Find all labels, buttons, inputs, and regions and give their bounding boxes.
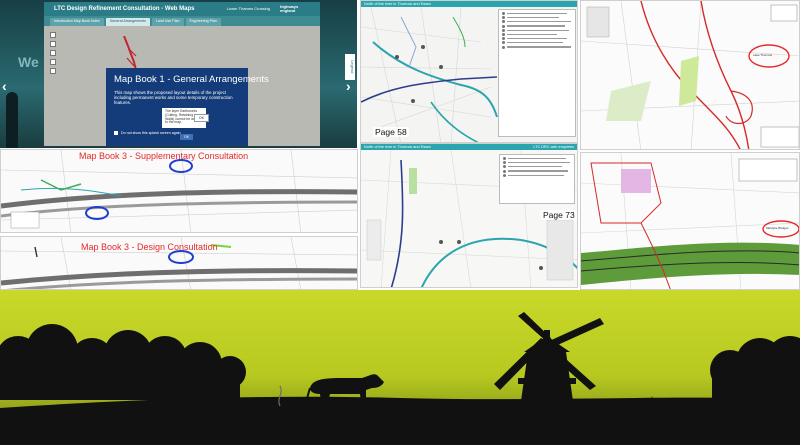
checkbox[interactable] xyxy=(114,131,118,135)
tab-general-arrangements[interactable]: General Arrangements xyxy=(105,18,150,26)
dialog-title: Map Book 1 - General Arrangements xyxy=(114,74,269,85)
callout-label: Mardyke Bridges xyxy=(766,226,789,230)
map-book-supplementary: Map Book 3 - Supplementary Consultation xyxy=(0,149,358,233)
dialog-body: This map shows the proposed layout detai… xyxy=(114,90,233,105)
sheet-header-title: North of the river in Thurrock and Essex xyxy=(364,145,432,149)
web-map-app: LTC Design Refinement Consultation - Web… xyxy=(44,2,320,146)
checkbox-label: Do not show this splash screen again xyxy=(121,131,181,135)
sheet-legend xyxy=(498,9,576,137)
splash-checkbox-row[interactable]: Do not show this splash screen again xyxy=(114,131,181,135)
highways-logo: highways england xyxy=(280,4,299,13)
sheet-header: North of the river in Thurrock and Essex… xyxy=(361,144,577,150)
zoom-out-icon[interactable] xyxy=(50,41,56,47)
zoom-in-icon[interactable] xyxy=(50,32,56,38)
chevron-right-icon[interactable]: › xyxy=(346,78,351,94)
hillside xyxy=(0,396,800,445)
sheet-map-graphic xyxy=(581,153,799,289)
map-canvas[interactable]: Map Book 1 - General Arrangements This m… xyxy=(44,26,320,146)
tab-land-use[interactable]: Land Use Plan xyxy=(151,18,184,26)
person-silhouette xyxy=(6,92,18,148)
map-sheet-lake-thurrock: Lake Thurrock xyxy=(580,0,800,150)
home-icon[interactable] xyxy=(50,50,56,56)
map-book-title: Map Book 3 - Design Consultation xyxy=(81,242,218,252)
tab-engineering[interactable]: Engineering Plan xyxy=(185,18,221,26)
sheet-header: North of the river in Thurrock and Essex xyxy=(361,1,577,7)
map-sheet-page-73: North of the river in Thurrock and Essex… xyxy=(360,143,578,288)
app-header: LTC Design Refinement Consultation - Web… xyxy=(44,2,320,16)
callout-label: Lake Thurrock xyxy=(753,53,773,57)
page-number-label: Page 58 xyxy=(373,127,409,137)
sheet-map-graphic xyxy=(581,1,799,149)
web-map-screenshot: We ‹ › LTC Design Refinement Consultatio… xyxy=(0,0,357,148)
chevron-left-icon[interactable]: ‹ xyxy=(2,78,7,94)
sheet-legend xyxy=(499,154,575,204)
app-title: LTC Design Refinement Consultation - Web… xyxy=(54,6,195,12)
splash-dialog: Map Book 1 - General Arrangements This m… xyxy=(106,68,269,146)
tab-index[interactable]: Introduction Map Book Index xyxy=(50,18,104,26)
map-book-design: Map Book 3 - Design Consultation xyxy=(0,236,358,290)
map-sheet-page-58: North of the river in Thurrock and Essex… xyxy=(360,0,578,143)
warning-ok-button[interactable]: OK xyxy=(194,114,210,122)
locate-icon[interactable] xyxy=(50,59,56,65)
map-book-tabs: Introduction Map Book Index General Arra… xyxy=(44,16,320,26)
backdrop-text: We xyxy=(18,54,39,70)
countryside-silhouette xyxy=(0,290,800,445)
sheet-header-right: LTC DRC web enquiries xyxy=(533,145,574,149)
map-toolbar xyxy=(50,32,56,74)
legend-side-tab[interactable]: Legend xyxy=(345,54,355,80)
sheet-map-graphic xyxy=(1,150,357,232)
page-number-label: Page 73 xyxy=(541,210,577,220)
layers-icon[interactable] xyxy=(50,68,56,74)
user-label[interactable]: Lower Thames Crossing xyxy=(227,6,270,11)
dialog-ok-button[interactable]: OK xyxy=(180,134,194,140)
map-book-title: Map Book 3 - Supplementary Consultation xyxy=(79,151,249,161)
map-sheet-mardyke: Mardyke Bridges xyxy=(580,152,800,290)
